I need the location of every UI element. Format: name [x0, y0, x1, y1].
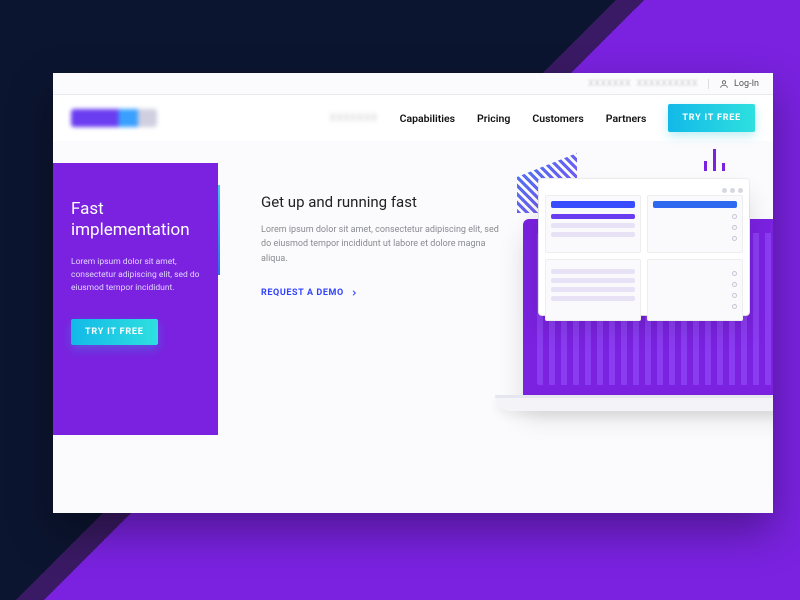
panel-cell [545, 195, 641, 253]
feature-body: Lorem ipsum dolor sit amet, consectetur … [71, 256, 200, 296]
request-demo-link[interactable]: REQUEST A DEMO [261, 288, 501, 298]
hero-title: Get up and running fast [261, 193, 501, 211]
user-icon [719, 79, 729, 89]
nav-capabilities[interactable]: Capabilities [400, 112, 455, 125]
feature-cta-button[interactable]: TRY IT FREE [71, 319, 158, 345]
laptop-base [495, 395, 773, 411]
hero-illustration [473, 149, 773, 449]
feature-card: Fast implementation Lorem ipsum dolor si… [53, 163, 218, 435]
main-nav: XXXXXXX Capabilities Pricing Customers P… [53, 95, 773, 141]
divider [708, 79, 709, 89]
feature-title: Fast implementation [71, 199, 200, 242]
panel-cell [647, 259, 743, 321]
masked-nav-item: XXXXXXX [330, 113, 378, 124]
hero-body: Lorem ipsum dolor sit amet, consectetur … [261, 223, 501, 266]
panel-cell [545, 259, 641, 321]
login-link[interactable]: Log-In [719, 79, 759, 89]
chart-bars-icon [704, 149, 725, 171]
nav-customers[interactable]: Customers [532, 112, 583, 125]
landing-window: XXXXXXX XXXXXXXXXX Log-In XXXXXXX Capabi… [53, 73, 773, 513]
dashboard-panel [539, 179, 749, 315]
hero-section: Fast implementation Lorem ipsum dolor si… [53, 163, 773, 513]
panel-window-controls [545, 185, 743, 195]
panel-cell [647, 195, 743, 253]
nav-cta-button[interactable]: TRY IT FREE [668, 104, 755, 132]
login-label: Log-In [734, 79, 759, 89]
hero-copy: Get up and running fast Lorem ipsum dolo… [261, 193, 501, 298]
brand-logo[interactable] [71, 109, 157, 127]
nav-pricing[interactable]: Pricing [477, 112, 510, 125]
nav-right: XXXXXXX Capabilities Pricing Customers P… [330, 104, 756, 132]
chevron-right-icon [350, 289, 358, 297]
nav-partners[interactable]: Partners [606, 112, 647, 125]
masked-utility-text: XXXXXXX XXXXXXXXXX [588, 79, 698, 89]
request-demo-label: REQUEST A DEMO [261, 288, 344, 298]
utility-bar: XXXXXXX XXXXXXXXXX Log-In [53, 73, 773, 95]
